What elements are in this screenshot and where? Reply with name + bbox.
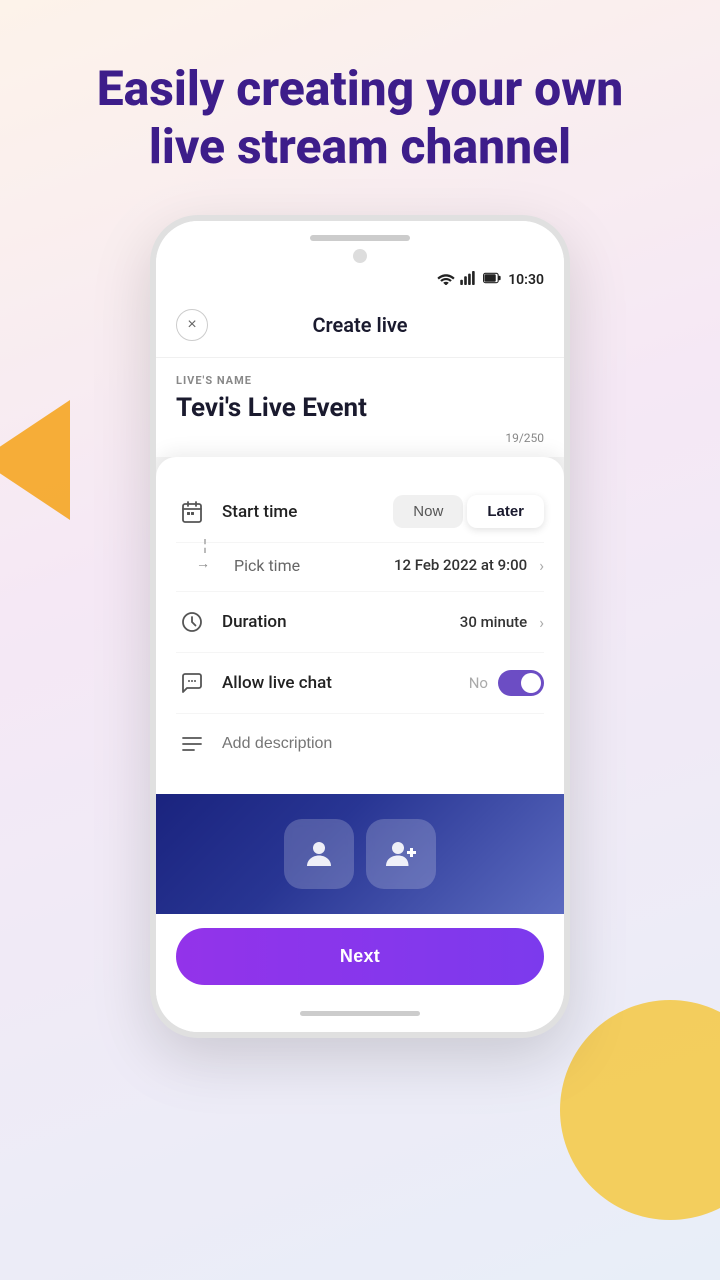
close-button[interactable]: × xyxy=(176,309,208,341)
toggle-container: No xyxy=(469,670,544,696)
home-bar xyxy=(300,1011,420,1016)
calendar-icon xyxy=(176,496,208,528)
duration-value: 30 minute xyxy=(460,613,527,631)
start-time-row: Start time Now Later xyxy=(176,481,544,543)
chat-toggle[interactable] xyxy=(498,670,544,696)
live-name-section: LIVE'S NAME Tevi's Live Event xyxy=(156,358,564,427)
phone-frame: 10:30 × Create live LIVE'S NAME Tevi's L… xyxy=(150,215,570,1038)
create-live-header: × Create live xyxy=(156,293,564,358)
later-button[interactable]: Later xyxy=(467,495,544,528)
close-icon: × xyxy=(187,317,196,333)
duration-chevron-icon: › xyxy=(539,613,544,632)
start-time-buttons: Now Later xyxy=(393,495,544,528)
wifi-icon xyxy=(437,271,455,289)
thumbnail-icons xyxy=(284,819,436,889)
settings-card: Start time Now Later → Pick time xyxy=(156,457,564,794)
phone-camera xyxy=(353,249,367,263)
now-button[interactable]: Now xyxy=(393,495,463,528)
phone-top xyxy=(156,221,564,267)
start-time-label: Start time xyxy=(222,502,393,522)
person-icon xyxy=(301,836,337,872)
status-icons: 10:30 xyxy=(437,271,544,289)
pick-time-value: 12 Feb 2022 at 9:00 xyxy=(394,556,527,574)
allow-chat-label: Allow live chat xyxy=(222,673,469,693)
battery-icon xyxy=(483,271,501,289)
pick-time-label: Pick time xyxy=(234,556,394,575)
live-name-value: Tevi's Live Event xyxy=(176,393,544,423)
chat-icon xyxy=(176,667,208,699)
phone-notch xyxy=(310,235,410,241)
screen-title: Create live xyxy=(208,313,512,337)
allow-chat-row: Allow live chat No xyxy=(176,653,544,714)
header-section: Easily creating your own live stream cha… xyxy=(0,0,720,205)
thumb-icon-1 xyxy=(284,819,354,889)
signal-icon xyxy=(460,271,478,289)
description-row[interactable] xyxy=(176,714,544,774)
description-input[interactable] xyxy=(222,735,544,753)
duration-row[interactable]: Duration 30 minute › xyxy=(176,592,544,653)
char-count: 19/250 xyxy=(156,427,564,457)
next-btn-area: Next xyxy=(156,914,564,1001)
phone-bottom xyxy=(156,1001,564,1032)
thumbnail-area xyxy=(156,794,564,914)
pick-time-row[interactable]: → Pick time 12 Feb 2022 at 9:00 › xyxy=(176,543,544,592)
phone-container: 10:30 × Create live LIVE'S NAME Tevi's L… xyxy=(0,215,720,1038)
status-time: 10:30 xyxy=(508,272,544,288)
status-bar: 10:30 xyxy=(156,267,564,293)
live-name-label: LIVE'S NAME xyxy=(176,374,544,387)
description-icon xyxy=(176,728,208,760)
duration-label: Duration xyxy=(222,612,460,632)
pick-time-connector: → xyxy=(196,553,220,577)
screen-content: × Create live LIVE'S NAME Tevi's Live Ev… xyxy=(156,293,564,1001)
thumb-icon-2 xyxy=(366,819,436,889)
clock-icon xyxy=(176,606,208,638)
header-title: Easily creating your own live stream cha… xyxy=(60,60,660,175)
next-button[interactable]: Next xyxy=(176,928,544,985)
arrow-icon: → xyxy=(196,556,210,572)
toggle-status: No xyxy=(469,674,488,692)
chevron-right-icon: › xyxy=(539,556,544,575)
person-add-icon xyxy=(383,836,419,872)
